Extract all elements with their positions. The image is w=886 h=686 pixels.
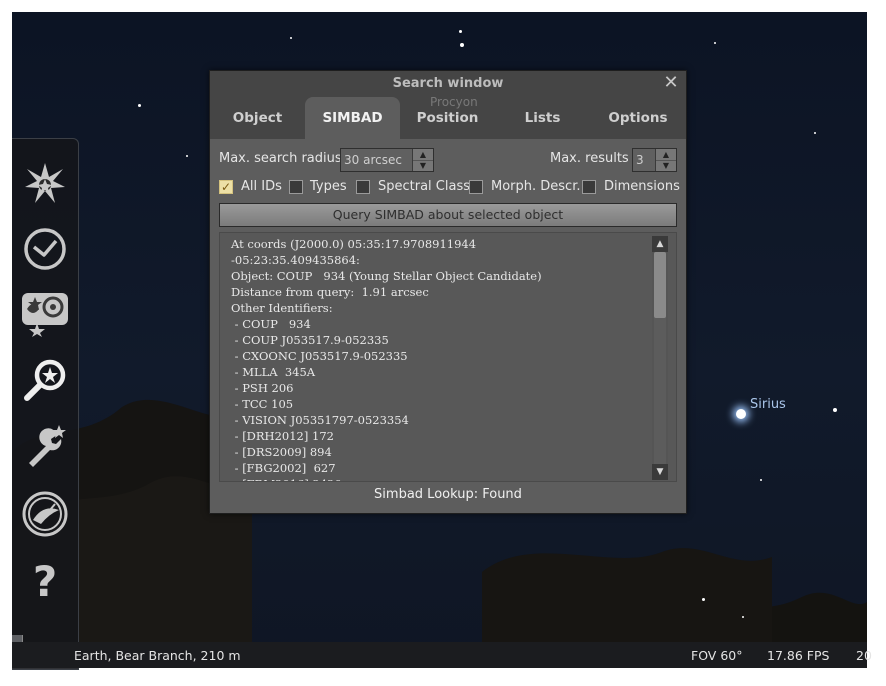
sky-lore-button[interactable] (20, 158, 70, 208)
max-results-arrows: ▲ ▼ (656, 149, 676, 171)
date-text[interactable]: 20 (856, 648, 872, 663)
max-radius-arrows: ▲ ▼ (413, 149, 433, 171)
star[interactable] (833, 408, 837, 412)
question-mark-icon: ? (33, 557, 57, 604)
scrollbar-track[interactable] (654, 252, 666, 464)
configuration-button[interactable] (20, 422, 70, 472)
star[interactable] (459, 30, 462, 33)
lookup-status: Simbad Lookup: Found (374, 487, 522, 502)
max-radius-value[interactable]: 30 arcsec (341, 149, 413, 171)
status-bar: Earth, Bear Branch, 210 m FOV 60° 17.86 … (12, 642, 872, 668)
max-radius-spinbox[interactable]: 30 arcsec ▲ ▼ (340, 148, 434, 172)
window-title: Search window (392, 76, 504, 91)
tab-object[interactable]: Object (210, 97, 305, 139)
close-icon[interactable]: ✕ (662, 73, 680, 93)
morph-descr-label[interactable]: Morph. Descr. (491, 179, 580, 194)
result-scrollbar[interactable]: ▲ ▼ (652, 236, 668, 480)
procyon-label: Procyon (430, 95, 478, 109)
tab-bar: Object SIMBAD Position Lists Options Pro… (210, 95, 686, 139)
max-results-value[interactable]: 3 (633, 149, 656, 171)
types-label[interactable]: Types (310, 179, 347, 194)
search-button[interactable] (20, 355, 70, 405)
star[interactable] (714, 42, 716, 44)
max-results-spinbox[interactable]: 3 ▲ ▼ (632, 148, 677, 172)
sirius-label: Sirius (750, 397, 786, 412)
dimensions-checkbox[interactable] (582, 180, 596, 194)
observatory-button[interactable] (20, 489, 70, 539)
star[interactable] (814, 132, 816, 134)
star[interactable] (290, 37, 292, 39)
starburst-icon (25, 163, 65, 203)
magnifier-star-icon (24, 359, 66, 401)
star[interactable] (138, 104, 141, 107)
sky-objects-button[interactable] (20, 288, 70, 338)
help-button[interactable]: ? (20, 555, 70, 605)
scroll-up-icon[interactable]: ▲ (652, 236, 668, 252)
star[interactable] (742, 616, 744, 618)
spectral-class-label[interactable]: Spectral Class (378, 179, 470, 194)
simbad-panel: Max. search radius 30 arcsec ▲ ▼ Max. re… (210, 139, 686, 513)
dimensions-label[interactable]: Dimensions (604, 179, 680, 194)
spectral-class-checkbox[interactable] (356, 180, 370, 194)
types-checkbox[interactable] (289, 180, 303, 194)
all-ids-label[interactable]: All IDs (241, 179, 282, 194)
spin-down-icon[interactable]: ▼ (413, 160, 433, 171)
tab-lists[interactable]: Lists (495, 97, 590, 139)
svg-text:?: ? (33, 557, 57, 604)
tab-options[interactable]: Options (590, 97, 686, 139)
sirius-star[interactable] (736, 409, 746, 419)
date-time-button[interactable] (20, 224, 70, 274)
scroll-down-icon[interactable]: ▼ (652, 464, 668, 480)
star[interactable] (760, 479, 762, 481)
search-window: Search window ✕ Object SIMBAD Position L… (209, 70, 687, 514)
location-text[interactable]: Earth, Bear Branch, 210 m (74, 648, 241, 663)
fov-text: FOV 60° (691, 648, 743, 663)
simbad-result-area[interactable]: At coords (J2000.0) 05:35:17.9708911944 … (219, 232, 677, 482)
fps-text: 17.86 FPS (767, 648, 830, 663)
window-titlebar[interactable]: Search window ✕ (210, 71, 686, 97)
all-ids-checkbox[interactable]: ✓ (219, 180, 233, 194)
star[interactable] (702, 598, 705, 601)
left-toolbar: ? (12, 138, 79, 670)
spin-down-icon[interactable]: ▼ (656, 160, 676, 171)
galaxy-icon (22, 293, 68, 337)
observatory-dish-icon (22, 491, 68, 537)
max-radius-label: Max. search radius (219, 151, 342, 166)
star[interactable] (460, 43, 464, 47)
tab-simbad[interactable]: SIMBAD (305, 97, 400, 139)
star[interactable] (186, 155, 188, 157)
morph-descr-checkbox[interactable] (469, 180, 483, 194)
clock-icon (24, 228, 66, 270)
query-simbad-button[interactable]: Query SIMBAD about selected object (219, 203, 677, 227)
simbad-result-text: At coords (J2000.0) 05:35:17.9708911944 … (231, 237, 542, 481)
max-results-label: Max. results (550, 151, 629, 166)
wrench-star-icon (29, 425, 66, 467)
scrollbar-thumb[interactable] (654, 252, 666, 318)
